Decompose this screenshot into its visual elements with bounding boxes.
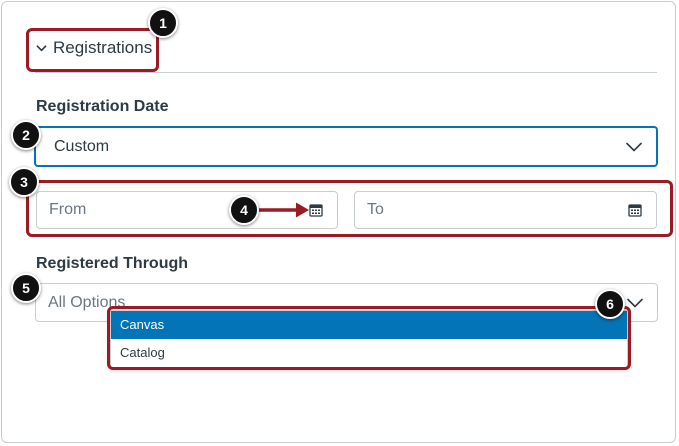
registered-through-label: Registered Through (36, 255, 189, 272)
callout-badge-2: 2 (11, 120, 41, 150)
arrow-right-icon (258, 202, 309, 218)
calendar-icon[interactable] (628, 203, 642, 217)
callout-badge-6: 6 (595, 289, 625, 319)
callout-badge-4: 4 (229, 195, 259, 225)
callout-badge-5: 5 (11, 273, 41, 303)
registrations-toggle[interactable]: Registrations (36, 36, 152, 60)
callout-badge-3: 3 (9, 167, 39, 197)
option-catalog[interactable]: Catalog (111, 339, 627, 367)
chevron-down-icon (36, 44, 47, 51)
registered-through-options: Canvas Catalog (110, 310, 628, 368)
option-canvas[interactable]: Canvas (111, 311, 627, 339)
registration-date-select[interactable]: Custom (34, 126, 658, 167)
registration-date-label: Registration Date (36, 98, 169, 115)
registrations-title: Registrations (53, 38, 153, 57)
callout-badge-1: 1 (148, 8, 178, 38)
calendar-icon[interactable] (309, 203, 323, 217)
registration-date-value: Custom (54, 137, 110, 155)
chevron-down-icon (626, 142, 642, 151)
registered-through-placeholder: All Options (48, 293, 126, 311)
chevron-down-icon (627, 298, 643, 307)
to-date-input[interactable]: To (354, 191, 657, 229)
to-date-placeholder: To (367, 201, 384, 218)
section-divider (35, 72, 657, 73)
